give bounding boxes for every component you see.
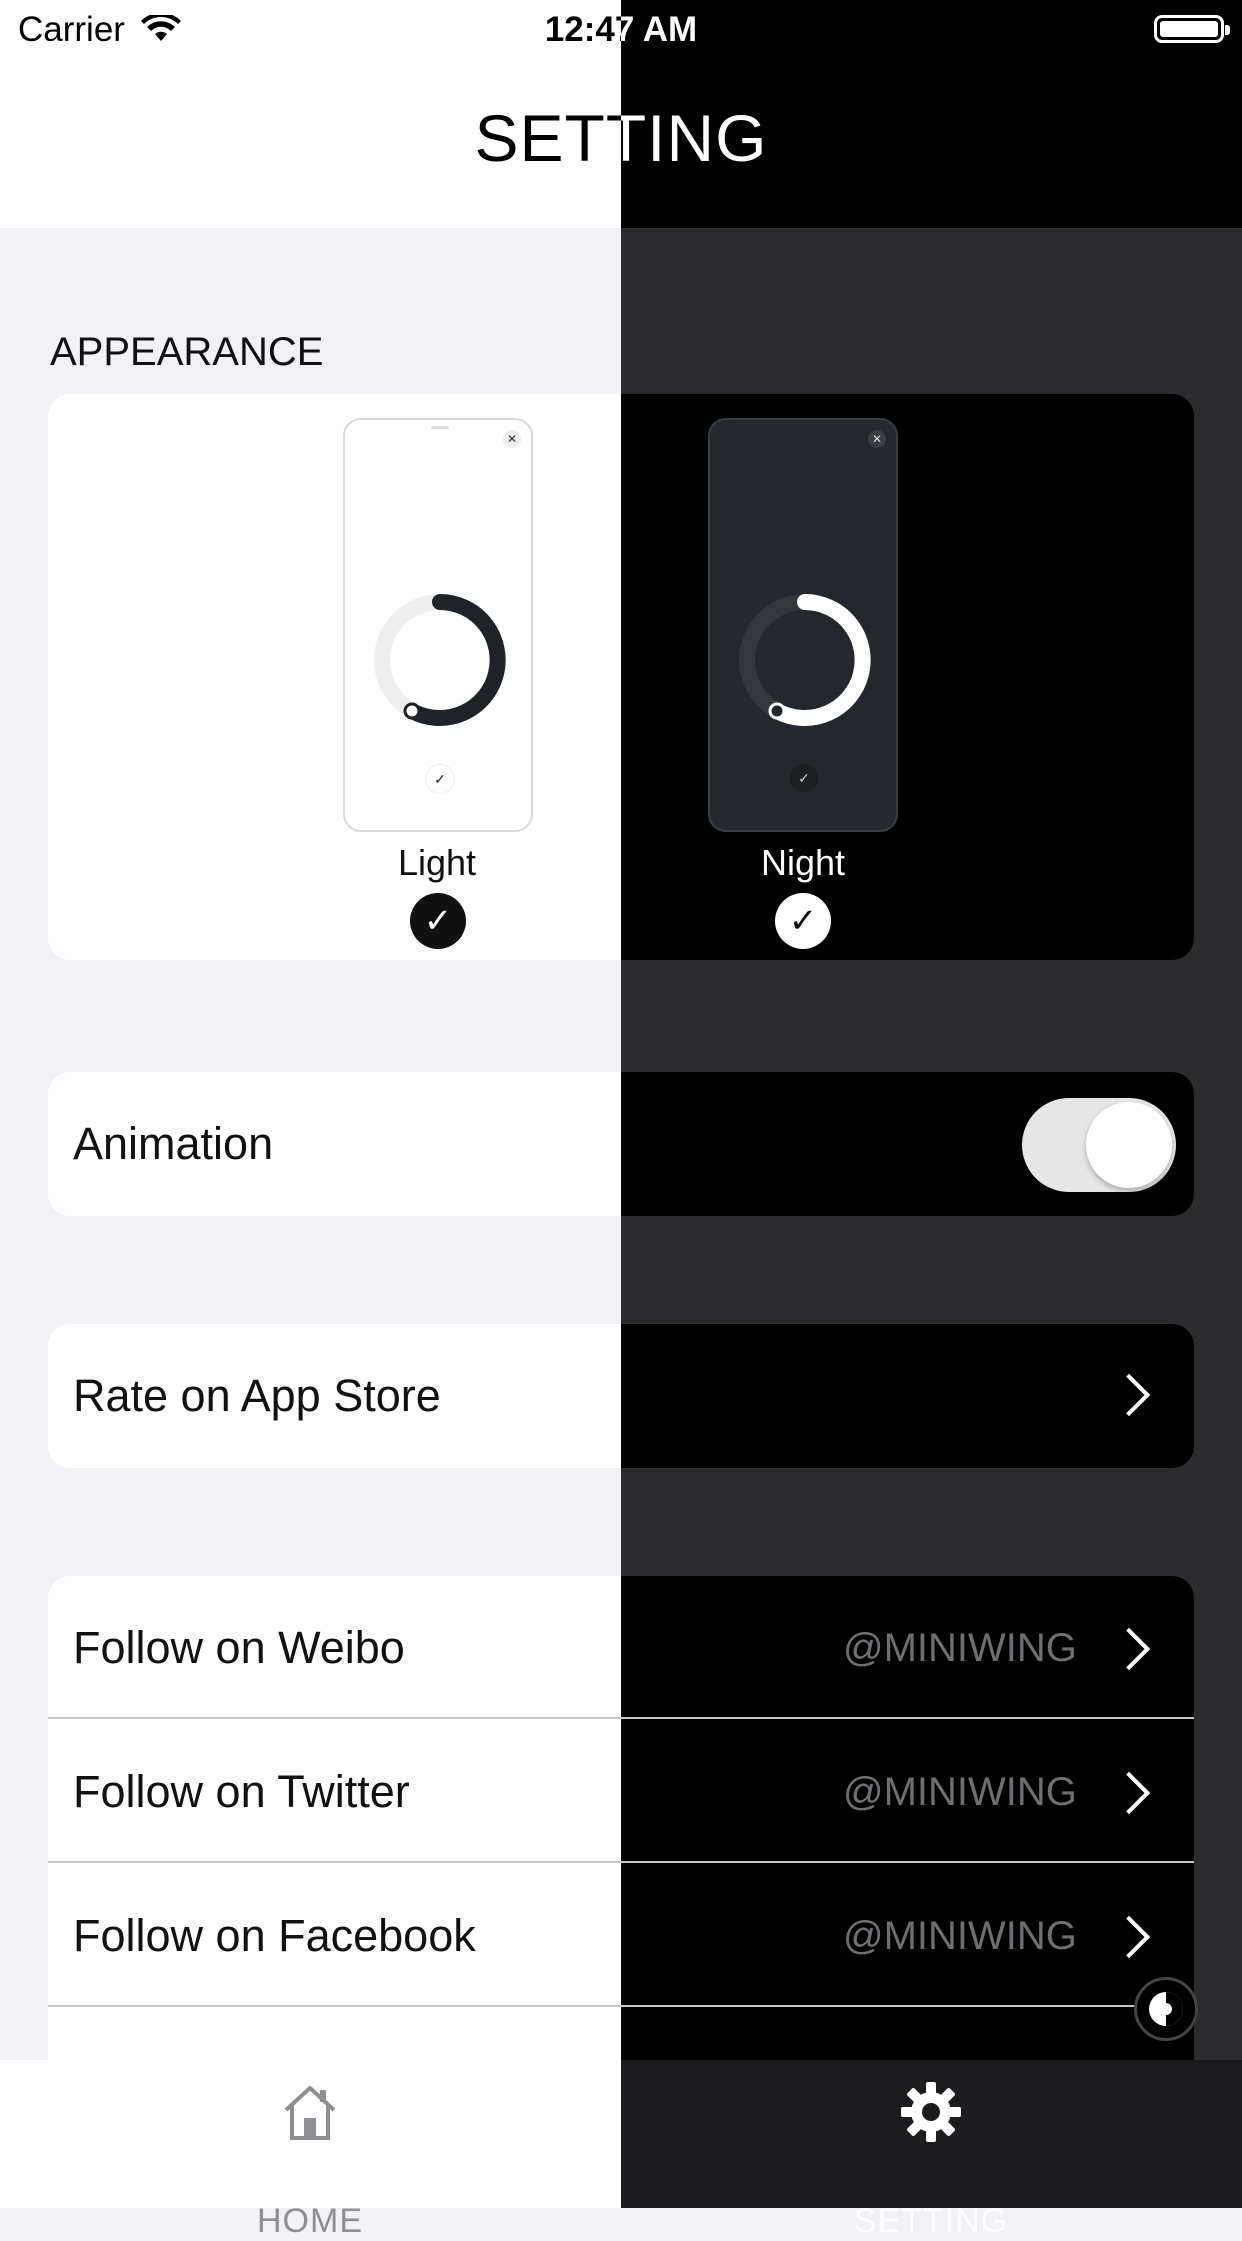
weibo-handle: @MINIWING	[843, 1626, 1077, 1670]
check-icon: ✓	[425, 764, 455, 794]
animation-toggle[interactable]	[1022, 1098, 1176, 1192]
clock-label: 12:47 AM	[544, 10, 698, 49]
follow-facebook-row[interactable]: Follow on Facebook	[73, 1910, 476, 1962]
battery-icon	[1154, 15, 1230, 43]
follow-twitter-row[interactable]: Follow on Twitter	[73, 1766, 410, 1818]
toggle-knob	[1086, 1102, 1172, 1188]
close-icon: ✕	[868, 430, 886, 448]
twitter-handle: @MINIWING	[843, 1770, 1077, 1814]
night-theme-preview[interactable]: ✕ ✓	[708, 418, 898, 832]
follow-weibo-row[interactable]: Follow on Weibo	[73, 1622, 405, 1674]
page-title: SETTING	[474, 101, 768, 175]
theme-switch-fab[interactable]	[1134, 1977, 1198, 2041]
half-moon-icon	[1149, 1992, 1183, 2026]
light-theme-preview[interactable]: ✕ ✓	[343, 418, 533, 832]
animation-label: Animation	[73, 1118, 274, 1169]
light-option-label: Light	[397, 842, 477, 883]
facebook-handle: @MINIWING	[843, 1914, 1077, 1958]
row-divider	[48, 1717, 1194, 1719]
night-selected-check-icon[interactable]: ✓	[775, 893, 831, 949]
gear-icon	[901, 2082, 961, 2142]
rate-label: Rate on App Store	[73, 1370, 441, 1421]
progress-ring-icon	[374, 594, 506, 726]
status-clock: 12:47 AM	[0, 10, 1242, 50]
home-icon	[284, 2086, 336, 2140]
night-option-label: Night	[760, 842, 846, 883]
row-divider	[48, 2005, 1194, 2007]
light-selected-check-icon[interactable]: ✓	[410, 893, 466, 949]
close-icon: ✕	[503, 430, 521, 448]
progress-ring-icon	[739, 594, 871, 726]
check-icon: ✓	[790, 764, 818, 792]
row-divider	[48, 1861, 1194, 1863]
section-header-appearance: APPEARANCE	[50, 330, 324, 374]
preview-notch	[431, 426, 449, 429]
